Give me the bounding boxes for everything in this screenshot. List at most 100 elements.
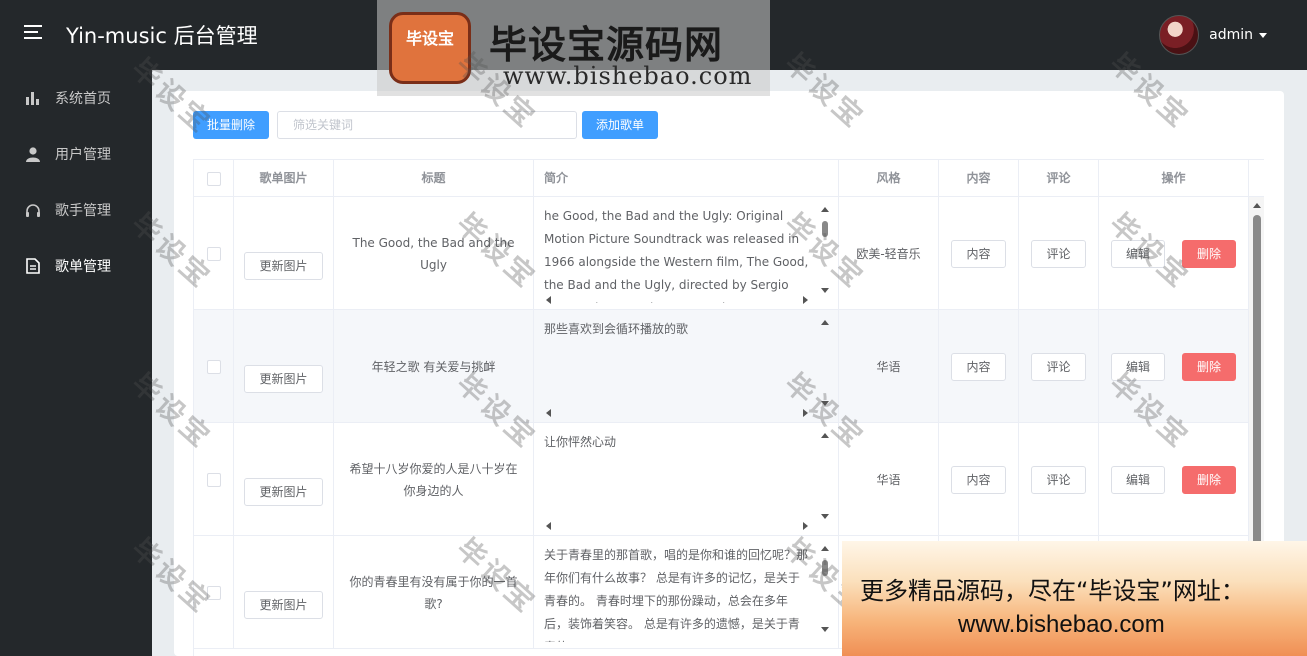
content-button[interactable]: 内容 [951, 352, 1006, 381]
column-header-comment: 评论 [1019, 160, 1099, 197]
table-row: 更新图片 希望十八岁你爱的人是八十岁在你身边的人 让你怦然心动 华语 内容 评论… [194, 423, 1249, 536]
content-button[interactable]: 内容 [951, 465, 1006, 494]
intro-vertical-scrollbar[interactable] [820, 546, 830, 632]
actions-cell: 编辑 删除 [1099, 197, 1249, 310]
scroll-up-icon[interactable] [1253, 203, 1261, 208]
table-row: 更新图片 The Good, the Bad and the Ugly he G… [194, 197, 1249, 310]
intro-vertical-scrollbar[interactable] [820, 207, 830, 293]
menu-toggle-icon[interactable] [24, 25, 42, 41]
sidebar-item-playlists[interactable]: 歌单管理 [0, 238, 152, 294]
image-cell: 更新图片 [234, 423, 334, 536]
delete-button[interactable]: 删除 [1181, 239, 1236, 268]
sidebar: 系统首页 用户管理 歌手管理 歌单管理 [0, 70, 152, 656]
column-header-image: 歌单图片 [234, 160, 334, 197]
scroll-up-icon[interactable] [821, 207, 829, 212]
select-cell [194, 536, 234, 649]
update-image-button[interactable]: 更新图片 [244, 590, 323, 619]
image-cell: 更新图片 [234, 536, 334, 649]
sidebar-item-singers[interactable]: 歌手管理 [0, 182, 152, 238]
column-header-actions: 操作 [1099, 160, 1249, 197]
user-name[interactable]: admin [1209, 27, 1253, 43]
scroll-right-icon[interactable] [803, 522, 808, 530]
filter-input[interactable] [277, 111, 577, 139]
edit-button[interactable]: 编辑 [1111, 239, 1166, 268]
sidebar-item-users[interactable]: 用户管理 [0, 126, 152, 182]
content-cell: 内容 [939, 197, 1019, 310]
comment-cell: 评论 [1019, 423, 1099, 536]
watermark-badge-text: 毕设宝 [405, 29, 454, 48]
watermark-url: www.bishebao.com [503, 62, 753, 90]
content-button[interactable]: 内容 [951, 239, 1006, 268]
scroll-down-icon[interactable] [821, 627, 829, 632]
add-playlist-button[interactable]: 添加歌单 [582, 111, 659, 139]
sidebar-item-label: 用户管理 [55, 147, 111, 163]
promo-text: 更多精品源码，尽在“毕设宝”网址： [860, 577, 1245, 605]
delete-button[interactable]: 删除 [1181, 352, 1236, 381]
update-image-button[interactable]: 更新图片 [244, 364, 323, 393]
intro-horizontal-scrollbar[interactable] [546, 409, 808, 417]
column-header-title: 标题 [334, 160, 534, 197]
intro-horizontal-scrollbar[interactable] [546, 522, 808, 530]
intro-text: 让你怦然心动 [544, 435, 617, 449]
actions-cell: 编辑 删除 [1099, 423, 1249, 536]
intro-vertical-scrollbar[interactable] [820, 320, 830, 406]
title-cell: 希望十八岁你爱的人是八十岁在你身边的人 [334, 423, 534, 536]
intro-text: he Good, the Bad and the Ugly: Original … [544, 209, 809, 303]
scroll-right-icon[interactable] [803, 409, 808, 417]
bar-chart-icon [25, 90, 41, 106]
scrollbar-thumb[interactable] [822, 560, 828, 576]
style-cell: 欧美-轻音乐 [839, 197, 939, 310]
scroll-right-icon[interactable] [803, 296, 808, 304]
scroll-left-icon[interactable] [546, 296, 551, 304]
intro-textarea[interactable]: 让你怦然心动 [544, 431, 827, 529]
intro-cell: he Good, the Bad and the Ugly: Original … [534, 197, 839, 310]
actions-cell: 编辑 删除 [1099, 310, 1249, 423]
column-header-style: 风格 [839, 160, 939, 197]
caret-down-icon[interactable] [1259, 32, 1267, 38]
edit-button[interactable]: 编辑 [1111, 465, 1166, 494]
avatar[interactable] [1159, 15, 1200, 55]
scroll-down-icon[interactable] [821, 514, 829, 519]
select-cell [194, 423, 234, 536]
scroll-up-icon[interactable] [821, 433, 829, 438]
update-image-button[interactable]: 更新图片 [244, 251, 323, 280]
delete-button[interactable]: 删除 [1181, 465, 1236, 494]
promo-banner: 更多精品源码，尽在“毕设宝”网址： www.bishebao.com [842, 541, 1307, 656]
scroll-up-icon[interactable] [821, 320, 829, 325]
scroll-left-icon[interactable] [546, 409, 551, 417]
intro-horizontal-scrollbar[interactable] [546, 296, 808, 304]
sidebar-item-dashboard[interactable]: 系统首页 [0, 70, 152, 126]
row-checkbox[interactable] [206, 246, 221, 261]
column-header-gutter [1249, 160, 1264, 197]
batch-delete-button[interactable]: 批量删除 [193, 111, 270, 139]
intro-textarea[interactable]: 关于青春里的那首歌，唱的是你和谁的回忆呢？那年你们有什么故事？ 总是有许多的记忆… [544, 544, 827, 642]
scrollbar-thumb[interactable] [822, 221, 828, 237]
watermark-title: 毕设宝源码网 [489, 23, 724, 67]
watermark-logo: 毕设宝 毕设宝源码网 www.bishebao.com [377, 0, 770, 96]
sidebar-item-label: 系统首页 [55, 91, 111, 107]
scroll-up-icon[interactable] [821, 546, 829, 551]
scroll-down-icon[interactable] [821, 288, 829, 293]
intro-textarea[interactable]: 那些喜欢到会循环播放的歌 [544, 318, 827, 416]
user-icon [25, 146, 41, 162]
style-cell: 华语 [839, 423, 939, 536]
intro-vertical-scrollbar[interactable] [820, 433, 830, 519]
intro-text: 那些喜欢到会循环播放的歌 [544, 322, 689, 336]
comment-button[interactable]: 评论 [1031, 465, 1086, 494]
user-menu[interactable]: admin [1159, 15, 1267, 55]
content-cell: 内容 [939, 310, 1019, 423]
row-checkbox[interactable] [206, 585, 221, 600]
title-cell: The Good, the Bad and the Ugly [334, 197, 534, 310]
comment-button[interactable]: 评论 [1031, 352, 1086, 381]
scroll-left-icon[interactable] [546, 522, 551, 530]
select-all-checkbox[interactable] [206, 171, 221, 186]
intro-text: 关于青春里的那首歌，唱的是你和谁的回忆呢？那年你们有什么故事？ 总是有许多的记忆… [544, 548, 809, 642]
row-checkbox[interactable] [206, 359, 221, 374]
intro-textarea[interactable]: he Good, the Bad and the Ugly: Original … [544, 205, 827, 303]
scroll-down-icon[interactable] [821, 401, 829, 406]
edit-button[interactable]: 编辑 [1111, 352, 1166, 381]
update-image-button[interactable]: 更新图片 [244, 477, 323, 506]
content-cell: 内容 [939, 423, 1019, 536]
row-checkbox[interactable] [206, 472, 221, 487]
comment-button[interactable]: 评论 [1031, 239, 1086, 268]
